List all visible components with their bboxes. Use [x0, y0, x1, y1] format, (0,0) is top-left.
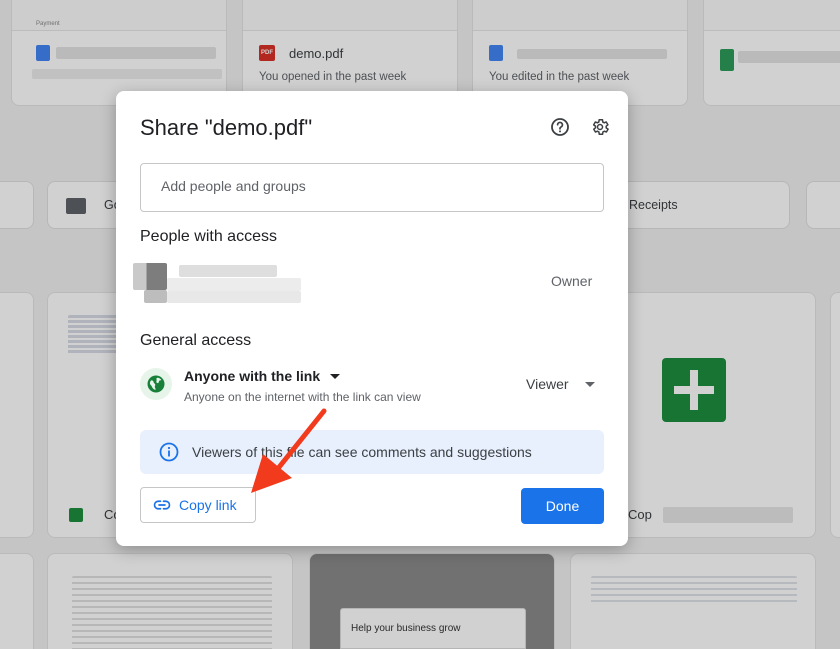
info-text: Viewers of this file can see comments an… — [192, 444, 532, 460]
link-access-description: Anyone on the internet with the link can… — [184, 390, 421, 404]
link-access-label: Anyone with the link — [184, 368, 321, 384]
dropdown-caret-icon — [330, 373, 341, 379]
globe-badge — [140, 368, 172, 400]
copy-link-button[interactable]: Copy link — [140, 487, 256, 523]
general-access-heading: General access — [140, 332, 252, 349]
globe-icon — [147, 375, 165, 393]
link-icon — [153, 500, 171, 510]
owner-row — [133, 263, 613, 303]
avatar — [133, 263, 167, 290]
help-icon — [551, 118, 569, 136]
settings-icon — [592, 119, 609, 135]
settings-button[interactable] — [588, 115, 612, 139]
link-access-dropdown[interactable]: Anyone with the link — [184, 368, 341, 384]
add-people-input[interactable] — [161, 178, 581, 194]
add-people-field[interactable] — [140, 163, 604, 212]
redacted-name — [179, 265, 277, 277]
owner-label: Owner — [551, 273, 593, 289]
avatar — [144, 290, 167, 303]
people-with-access-heading: People with access — [140, 228, 277, 245]
help-button[interactable] — [548, 115, 572, 139]
info-icon — [159, 442, 179, 462]
redacted-email — [167, 291, 301, 303]
copy-link-label: Copy link — [179, 497, 237, 513]
done-button[interactable]: Done — [521, 488, 604, 524]
redacted-email — [167, 278, 301, 291]
role-label: Viewer — [526, 376, 569, 392]
info-banner: Viewers of this file can see comments an… — [140, 430, 604, 474]
dialog-title: Share "demo.pdf" — [140, 115, 313, 140]
share-dialog: Share "demo.pdf" People with access Owne… — [116, 91, 628, 546]
dropdown-caret-icon — [584, 381, 595, 387]
role-dropdown[interactable]: Viewer — [526, 376, 595, 392]
